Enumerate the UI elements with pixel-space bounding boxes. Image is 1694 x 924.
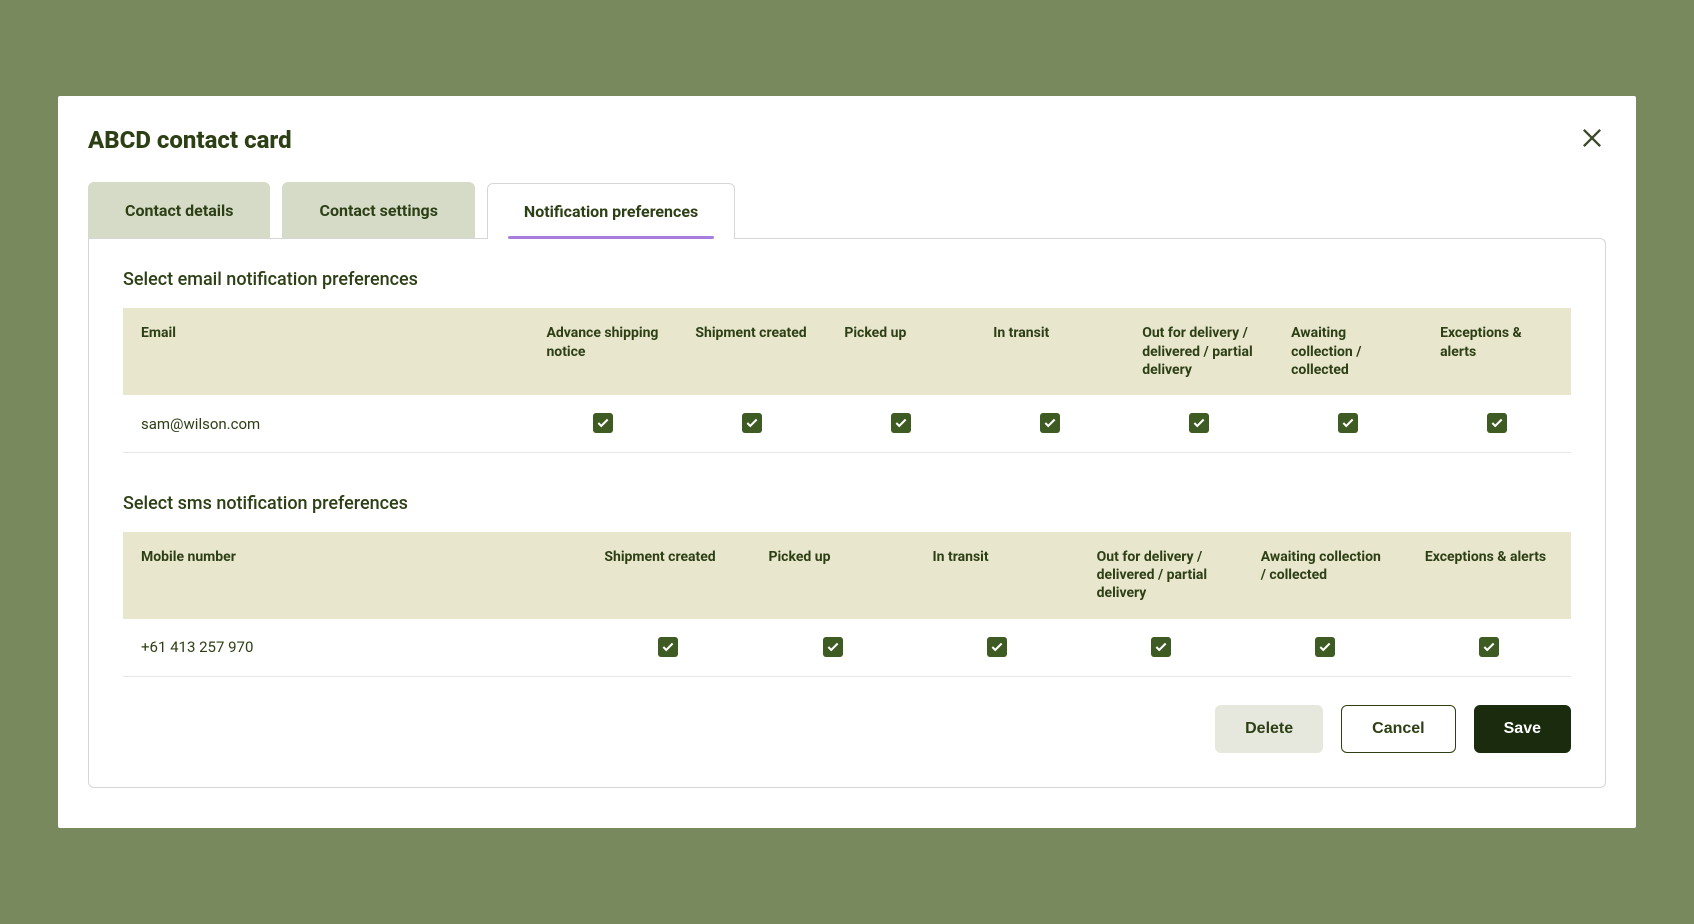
col-awaiting-collection: Awaiting collection / collected xyxy=(1273,308,1422,395)
table-row: +61 413 257 970 xyxy=(123,619,1571,677)
checkbox-picked-up[interactable] xyxy=(823,637,843,657)
contact-card-modal: ABCD contact card Contact details Contac… xyxy=(58,96,1636,827)
check-icon xyxy=(1192,416,1206,430)
col-exceptions-alerts: Exceptions & alerts xyxy=(1407,532,1571,619)
checkbox-shipment-created[interactable] xyxy=(658,637,678,657)
email-value: sam@wilson.com xyxy=(123,395,528,453)
check-icon xyxy=(826,640,840,654)
email-section-heading: Select email notification preferences xyxy=(123,269,1571,290)
col-mobile: Mobile number xyxy=(123,532,586,619)
col-shipment-created: Shipment created xyxy=(586,532,750,619)
tab-notification-preferences[interactable]: Notification preferences xyxy=(487,183,735,239)
save-button[interactable]: Save xyxy=(1474,705,1571,753)
check-icon xyxy=(990,640,1004,654)
checkbox-advance-shipping[interactable] xyxy=(593,413,613,433)
col-out-for-delivery: Out for delivery / delivered / partial d… xyxy=(1079,532,1243,619)
checkbox-picked-up[interactable] xyxy=(891,413,911,433)
tab-contact-settings[interactable]: Contact settings xyxy=(282,182,474,239)
check-icon xyxy=(1482,640,1496,654)
tab-contact-details[interactable]: Contact details xyxy=(88,182,270,239)
col-in-transit: In transit xyxy=(975,308,1124,395)
col-shipment-created: Shipment created xyxy=(677,308,826,395)
check-icon xyxy=(596,416,610,430)
col-email: Email xyxy=(123,308,528,395)
tab-content: Select email notification preferences Em… xyxy=(88,238,1606,787)
sms-prefs-section: Select sms notification preferences Mobi… xyxy=(123,493,1571,677)
checkbox-in-transit[interactable] xyxy=(987,637,1007,657)
sms-prefs-table: Mobile number Shipment created Picked up… xyxy=(123,532,1571,677)
mobile-value: +61 413 257 970 xyxy=(123,619,586,677)
col-in-transit: In transit xyxy=(915,532,1079,619)
checkbox-exceptions-alerts[interactable] xyxy=(1479,637,1499,657)
check-icon xyxy=(661,640,675,654)
col-out-for-delivery: Out for delivery / delivered / partial d… xyxy=(1124,308,1273,395)
check-icon xyxy=(1318,640,1332,654)
checkbox-awaiting-collection[interactable] xyxy=(1315,637,1335,657)
modal-title: ABCD contact card xyxy=(88,126,1606,154)
sms-section-heading: Select sms notification preferences xyxy=(123,493,1571,514)
check-icon xyxy=(1490,416,1504,430)
checkbox-exceptions-alerts[interactable] xyxy=(1487,413,1507,433)
col-advance-shipping: Advance shipping notice xyxy=(528,308,677,395)
checkbox-awaiting-collection[interactable] xyxy=(1338,413,1358,433)
delete-button[interactable]: Delete xyxy=(1215,705,1323,753)
col-picked-up: Picked up xyxy=(826,308,975,395)
action-buttons: Delete Cancel Save xyxy=(123,705,1571,753)
email-prefs-table: Email Advance shipping notice Shipment c… xyxy=(123,308,1571,453)
check-icon xyxy=(1341,416,1355,430)
check-icon xyxy=(1043,416,1057,430)
col-awaiting-collection: Awaiting collection / collected xyxy=(1243,532,1407,619)
checkbox-in-transit[interactable] xyxy=(1040,413,1060,433)
close-icon xyxy=(1578,124,1606,152)
check-icon xyxy=(894,416,908,430)
col-picked-up: Picked up xyxy=(750,532,914,619)
cancel-button[interactable]: Cancel xyxy=(1341,705,1455,753)
close-button[interactable] xyxy=(1578,124,1606,152)
checkbox-shipment-created[interactable] xyxy=(742,413,762,433)
check-icon xyxy=(745,416,759,430)
checkbox-out-for-delivery[interactable] xyxy=(1151,637,1171,657)
email-prefs-section: Select email notification preferences Em… xyxy=(123,269,1571,453)
checkbox-out-for-delivery[interactable] xyxy=(1189,413,1209,433)
check-icon xyxy=(1154,640,1168,654)
col-exceptions-alerts: Exceptions & alerts xyxy=(1422,308,1571,395)
tabs: Contact details Contact settings Notific… xyxy=(88,182,1606,239)
table-row: sam@wilson.com xyxy=(123,395,1571,453)
